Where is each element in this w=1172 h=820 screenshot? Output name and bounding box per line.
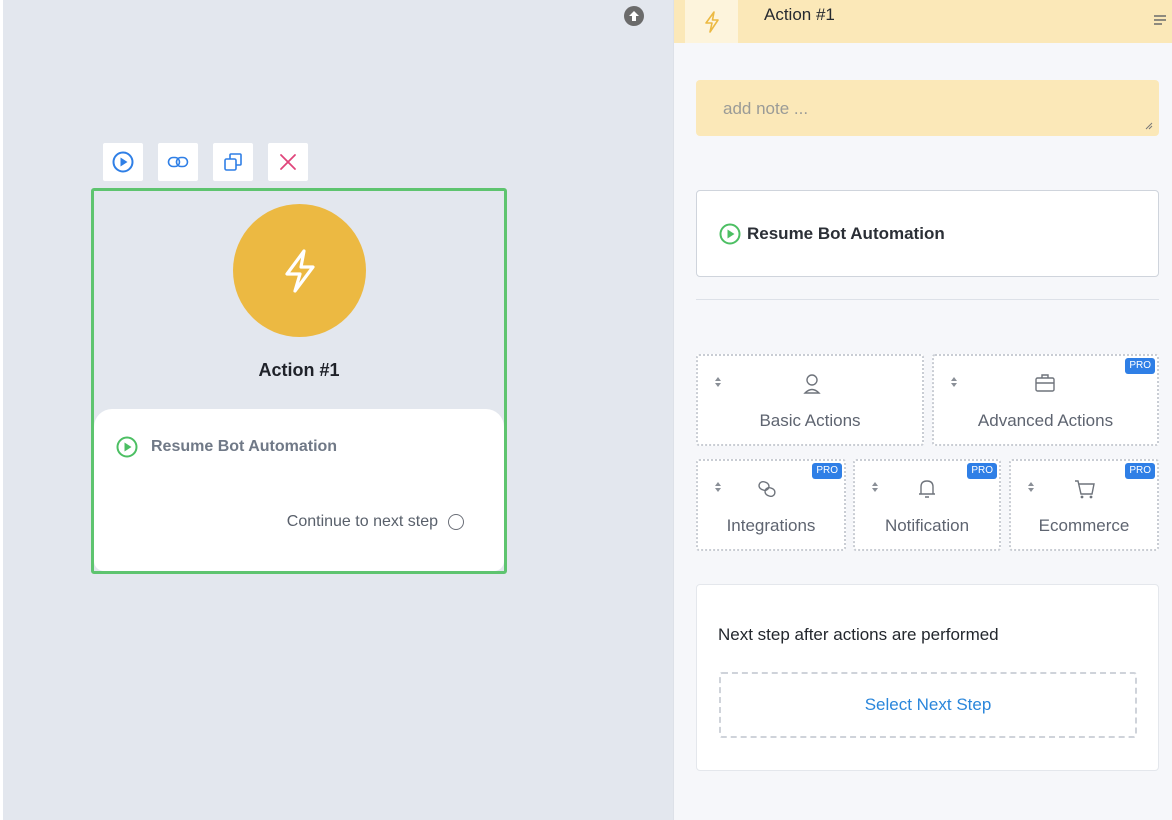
link-button[interactable] [158, 143, 198, 181]
bell-icon [919, 480, 935, 498]
pro-badge: PRO [1125, 463, 1155, 479]
category-ecommerce[interactable]: Ecommerce PRO [1009, 459, 1159, 551]
duplicate-icon [224, 153, 242, 171]
panel-title[interactable]: Action #1 [764, 5, 835, 25]
divider [696, 299, 1159, 300]
flow-canvas[interactable]: Action #1 Resume Bot Automation Continue… [0, 0, 673, 820]
sort-arrows-icon [715, 482, 721, 492]
sort-arrows-icon [872, 482, 878, 492]
category-advanced-actions[interactable]: Advanced Actions PRO [932, 354, 1159, 446]
panel-header-icon-box [685, 0, 738, 43]
connector-handle[interactable] [448, 514, 464, 530]
category-label: Ecommerce [1038, 516, 1130, 535]
category-label: Advanced Actions [977, 411, 1114, 430]
resize-handle-icon[interactable] [1145, 122, 1153, 130]
lightning-icon [704, 10, 719, 33]
category-integrations[interactable]: Integrations PRO [696, 459, 846, 551]
play-icon [112, 151, 134, 173]
node-avatar [233, 204, 366, 337]
panel-header: Action #1 [674, 0, 1172, 43]
link-icon [167, 156, 189, 168]
play-button[interactable] [103, 143, 143, 181]
delete-icon [280, 154, 296, 170]
action-node[interactable]: Action #1 Resume Bot Automation Continue… [91, 188, 507, 574]
selected-action-item[interactable]: Resume Bot Automation [696, 190, 1159, 277]
continue-label: Continue to next step [286, 513, 438, 530]
pro-badge: PRO [812, 463, 842, 479]
category-label: Notification [884, 516, 970, 535]
category-notification[interactable]: Notification PRO [853, 459, 1001, 551]
panel-menu-button[interactable] [1154, 13, 1166, 31]
play-circle-icon [719, 223, 741, 244]
category-basic-actions[interactable]: Basic Actions [696, 354, 924, 446]
node-title: Action #1 [258, 360, 340, 380]
briefcase-icon [1035, 374, 1055, 392]
chain-icon [758, 480, 776, 498]
cart-icon [1075, 480, 1095, 499]
sort-arrows-icon [1028, 482, 1034, 492]
user-icon [803, 374, 821, 394]
selected-action-label: Resume Bot Automation [747, 223, 945, 243]
delete-button[interactable] [268, 143, 308, 181]
menu-icon [1154, 15, 1166, 25]
note-placeholder: add note ... [723, 99, 809, 118]
node-action-label: Resume Bot Automation [151, 438, 338, 455]
lightning-icon [284, 248, 315, 293]
node-toolbar [103, 143, 308, 181]
node-action-row: Resume Bot Automation [116, 436, 337, 458]
next-step-title: Next step after actions are performed [718, 625, 999, 644]
next-step-card: Next step after actions are performed Se… [696, 584, 1159, 771]
select-next-step-button[interactable]: Select Next Step [719, 672, 1137, 738]
duplicate-button[interactable] [213, 143, 253, 181]
scroll-up-icon[interactable] [624, 6, 644, 26]
sort-arrows-icon [715, 377, 721, 387]
pro-badge: PRO [967, 463, 997, 479]
continue-next-step[interactable]: Continue to next step [287, 513, 464, 531]
pro-badge: PRO [1125, 358, 1155, 374]
sort-arrows-icon [951, 377, 957, 387]
play-circle-icon [116, 436, 138, 458]
note-textarea[interactable]: add note ... [696, 80, 1159, 136]
action-settings-panel: Action #1 add note ... Resume Bot Automa… [673, 0, 1172, 820]
category-label: Integrations [726, 516, 816, 535]
category-label: Basic Actions [759, 411, 861, 430]
node-action-card[interactable]: Resume Bot Automation Continue to next s… [94, 409, 504, 571]
